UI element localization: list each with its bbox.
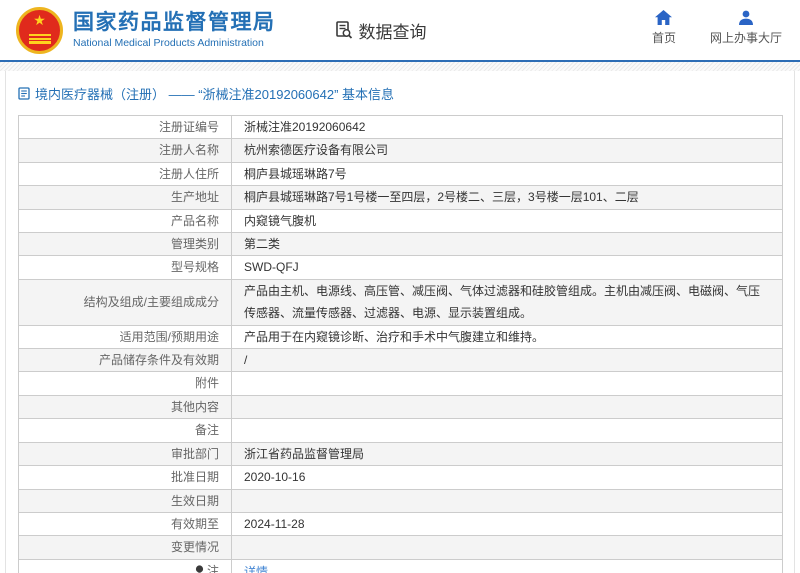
nav-home-label: 首页 xyxy=(651,31,676,45)
row-value: 2020-10-16 xyxy=(244,470,306,485)
table-row: 其他内容 xyxy=(18,394,783,420)
breadcrumb: 境内医疗器械（注册） —— “浙械注准20192060642” 基本信息 xyxy=(6,71,794,113)
nav-service-hall-label: 网上办事大厅 xyxy=(709,31,782,45)
content-panel: 境内医疗器械（注册） —— “浙械注准20192060642” 基本信息 注册证… xyxy=(5,71,795,573)
table-row: 审批部门 浙江省药品监督管理局 xyxy=(18,441,783,467)
row-value: 2024-11-28 xyxy=(244,516,305,531)
person-icon xyxy=(738,10,753,25)
row-label: 变更情况 xyxy=(170,540,219,555)
detail-link[interactable]: 详情 xyxy=(244,565,268,573)
row-label: 批准日期 xyxy=(170,470,219,485)
table-row: 注册证编号 浙械注准20192060642 xyxy=(18,114,783,140)
row-value: 杭州索德医疗设备有限公司 xyxy=(244,143,389,158)
row-value: 浙械注准20192060642 xyxy=(244,120,366,134)
registration-info-table: 注册证编号 浙械注准20192060642 注册人名称 杭州索德医疗设备有限公司… xyxy=(18,114,783,573)
table-row: 结构及组成/主要组成成分 产品由主机、电源线、高压管、减压阀、气体过滤器和硅胶管… xyxy=(18,278,783,326)
table-row: 附件 xyxy=(18,371,783,396)
table-row: 注 详情 xyxy=(18,558,783,573)
row-label: 审批部门 xyxy=(170,446,219,461)
table-row: 产品储存条件及有效期 / xyxy=(18,348,783,373)
table-row: 生产地址 桐庐县城瑶琳路7号1号楼一至四层，2号楼二、三层，3号楼一层101、二… xyxy=(18,185,783,210)
row-value: SWD-QFJ xyxy=(244,260,299,275)
bulb-icon xyxy=(195,565,204,573)
row-value: 桐庐县城瑶琳路7号 xyxy=(244,166,347,181)
table-row: 有效期至 2024-11-28 xyxy=(18,511,783,537)
row-value: 内窥镜气腹机 xyxy=(244,213,317,228)
row-value: 产品用于在内窥镜诊断、治疗和手术中气腹建立和维持。 xyxy=(244,329,545,344)
table-row: 生效日期 xyxy=(18,488,783,513)
row-label: 产品储存条件及有效期 xyxy=(98,353,219,368)
table-row: 型号规格 SWD-QFJ xyxy=(18,255,783,280)
row-label: 注册证编号 xyxy=(158,120,219,134)
table-row: 注册人住所 桐庐县城瑶琳路7号 xyxy=(18,161,783,187)
row-label: 产品名称 xyxy=(170,213,219,228)
row-label: 型号规格 xyxy=(170,260,219,275)
brand-block: 国家药品监督管理局 National Medical Products Admi… xyxy=(73,10,276,50)
table-row: 批准日期 2020-10-16 xyxy=(18,465,783,490)
row-label: 管理类别 xyxy=(170,237,219,252)
data-query-title: 数据查询 xyxy=(334,18,427,43)
header-nav: 首页 网上办事大厅 xyxy=(652,10,782,46)
table-row: 变更情况 xyxy=(18,535,783,560)
row-label: 注册人住所 xyxy=(158,166,219,181)
nav-home[interactable]: 首页 xyxy=(652,10,676,46)
row-value: / xyxy=(244,353,248,368)
row-value: 桐庐县城瑶琳路7号1号楼一至四层，2号楼二、三层，3号楼一层101、二层 xyxy=(244,190,639,205)
row-label: 其他内容 xyxy=(170,399,219,414)
row-label: 注册人名称 xyxy=(158,143,219,158)
row-label: 结构及组成/主要组成成分 xyxy=(83,295,219,310)
row-label: 生效日期 xyxy=(170,493,219,508)
brand-title-cn: 国家药品监督管理局 xyxy=(73,11,276,34)
header: ★ 国家药品监督管理局 National Medical Products Ad… xyxy=(0,0,800,62)
table-row: 备注 xyxy=(18,418,783,443)
row-label: 备注 xyxy=(194,423,219,438)
stripe-band xyxy=(0,62,800,71)
nav-service-hall[interactable]: 网上办事大厅 xyxy=(710,10,782,46)
document-icon xyxy=(18,87,30,100)
row-label: 适用范围/预期用途 xyxy=(119,329,219,344)
row-value: 第二类 xyxy=(244,237,281,252)
national-emblem-icon: ★ xyxy=(16,6,63,54)
brand-title-en: National Medical Products Administration xyxy=(73,37,264,49)
row-label: 有效期至 xyxy=(170,516,219,531)
data-query-label: 数据查询 xyxy=(358,22,427,42)
home-icon xyxy=(655,10,673,25)
table-row: 适用范围/预期用途 产品用于在内窥镜诊断、治疗和手术中气腹建立和维持。 xyxy=(18,324,783,350)
row-label: 生产地址 xyxy=(170,190,219,205)
row-value: 产品由主机、电源线、高压管、减压阀、气体过滤器和硅胶管组成。主机由减压阀、电磁阀… xyxy=(244,283,761,321)
row-label: 注 xyxy=(206,563,219,573)
document-search-icon xyxy=(335,21,352,39)
nmpa-logo[interactable]: ★ 国家药品监督管理局 National Medical Products Ad… xyxy=(16,6,276,54)
row-label: 附件 xyxy=(194,376,219,391)
breadcrumb-text: 境内医疗器械（注册） —— “浙械注准20192060642” 基本信息 xyxy=(35,87,395,102)
table-row: 注册人名称 杭州索德医疗设备有限公司 xyxy=(18,138,783,163)
table-row: 管理类别 第二类 xyxy=(18,232,783,257)
table-row: 产品名称 内窥镜气腹机 xyxy=(18,208,783,234)
row-value: 浙江省药品监督管理局 xyxy=(244,446,365,461)
